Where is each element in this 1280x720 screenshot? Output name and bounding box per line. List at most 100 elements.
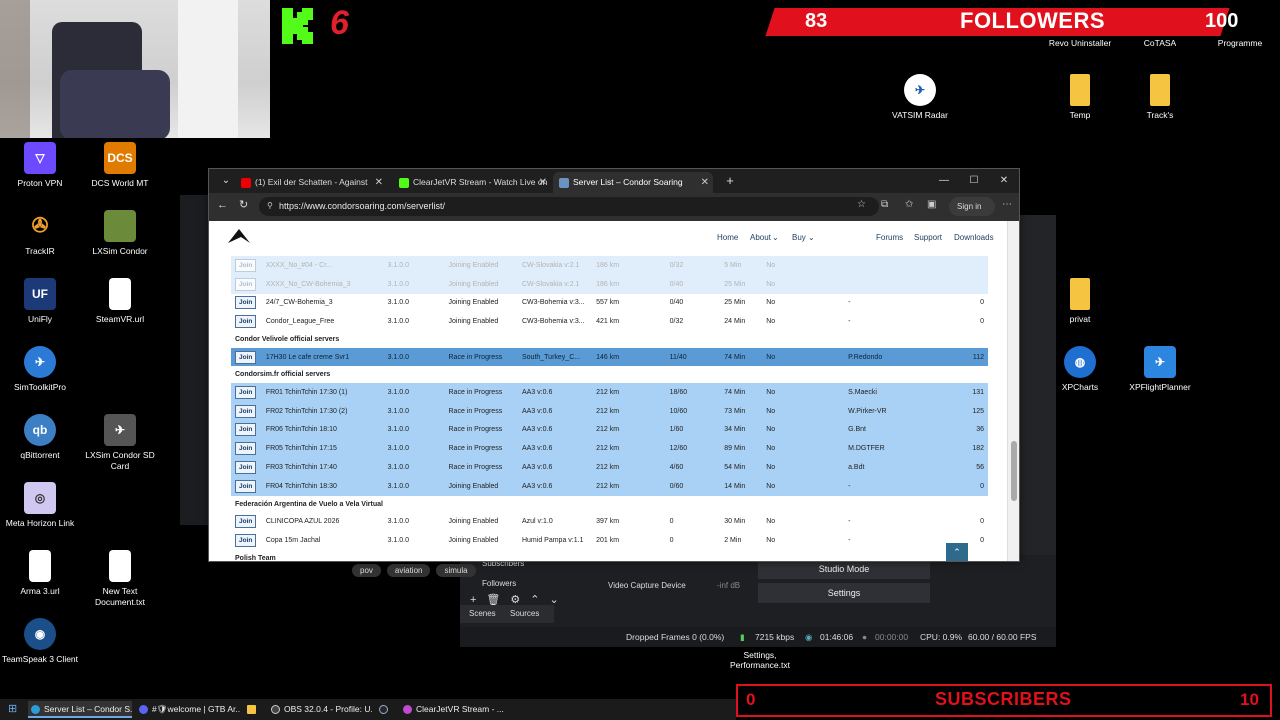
cell-players: 11/40 [665,347,721,367]
tab-sources[interactable]: Sources [510,605,539,623]
desktop-icon-temp[interactable]: Temp [1040,74,1120,121]
tab-clearjetvr[interactable]: ClearJetVR Stream - Watch Live on ✕ [393,172,551,193]
settings-button[interactable]: Settings [758,583,930,603]
desktop-icon-dcs[interactable]: DCS DCS World MT [80,142,160,189]
join-button[interactable]: Join [235,442,257,456]
start-icon[interactable]: ⊞ [8,702,17,715]
desktop-icon-cotasa[interactable]: CoTASA [1120,38,1200,49]
join-button[interactable]: Join [235,515,257,529]
cell-time: 25 Min [720,293,763,313]
close-icon[interactable]: ✕ [539,172,547,193]
taskbar-explorer[interactable] [244,701,264,718]
join-button[interactable]: Join [235,461,257,475]
followers-count: 83 [805,10,828,32]
fps: 60.00 / 60.00 FPS [968,632,1037,642]
join-button[interactable]: Join [235,315,257,329]
desktop-icon-teamspeak[interactable]: ◉ TeamSpeak 3 Client [0,618,80,665]
nav-downloads[interactable]: Downloads [954,233,994,242]
desktop-icon-xpflightplanner[interactable]: ✈ XPFlightPlanner [1120,346,1200,393]
back-icon[interactable]: ← [217,199,228,211]
desktop-icon-settings-performance[interactable]: Settings, Performance.txt [728,650,792,670]
new-tab-button[interactable]: + [715,169,745,193]
join-button[interactable]: Join [235,423,257,437]
cell-time: 24 Min [720,312,763,332]
desktop-icon-vatsim[interactable]: ✈ VATSIM Radar [880,74,960,121]
tag-chip[interactable]: aviation [386,564,431,577]
tab-scenes[interactable]: Scenes [460,605,554,623]
desktop-icon-meta-horizon[interactable]: ◎ Meta Horizon Link [0,482,80,529]
desktop-icon-protonvpn[interactable]: ▽ Proton VPN [0,142,80,189]
server-row: Join 17H30 Le cafe creme Svr1 3.1.0.0 Race … [231,347,988,367]
extensions-icon[interactable]: ⧉ [881,199,888,210]
cell-name: XXXX_No_CW-Bohemia_3 [261,274,384,294]
nav-buy[interactable]: Buy [792,233,806,242]
reload-icon[interactable]: ↻ [239,198,248,211]
desktop-icon-unifly[interactable]: UF UniFly [0,278,80,325]
desktop-icon-trackir[interactable]: ✇ TrackIR [0,210,80,257]
cell-time: 5 Min [720,256,763,275]
nav-forums[interactable]: Forums [876,233,903,242]
tag-chip[interactable]: pov [352,564,381,577]
favorite-icon[interactable]: ☆ [857,199,866,210]
desktop-icon-qbittorrent[interactable]: qb qBittorrent [0,414,80,461]
url-field[interactable]: https://www.condorsoaring.com/serverlist… [259,197,879,216]
nav-support[interactable]: Support [914,233,942,242]
sign-in-button[interactable]: Sign in [949,197,995,216]
page-scrollbar[interactable] [1007,221,1019,561]
cell-pw: No [762,439,845,459]
followers-goal: 100 [1205,10,1239,32]
tab-youtube[interactable]: (1) Exil der Schatten - Against ✕ [235,172,387,193]
site-info-icon[interactable]: ⚲ [267,201,273,210]
condor-logo-icon[interactable] [227,225,251,247]
cell-pw: No [762,401,845,421]
cell-time: 74 Min [720,382,763,402]
desktop-icon-tracks[interactable]: Track's [1120,74,1200,121]
taskbar-clearjetvr[interactable]: ClearJetVR Stream - ... [400,701,504,718]
more-icon[interactable]: ⋯ [1002,199,1012,210]
maximize-button[interactable]: ☐ [959,169,989,193]
favorites-bar-icon[interactable]: ✩ [905,199,913,210]
cell-time: 25 Min [720,274,763,294]
cell-host: M.DGTFER [844,439,958,459]
tag-chip[interactable]: simula [436,564,476,577]
join-button[interactable]: Join [235,296,257,310]
nav-home[interactable]: Home [717,233,738,242]
desktop-icon-steamvr[interactable]: SteamVR.url [80,278,160,325]
scroll-to-top-button[interactable]: ⌃ [946,543,968,561]
site-nav: Home About ⌄ Buy ⌄ Forums Support Downlo… [209,221,1009,251]
desktop-icon-lxsim[interactable]: LXSim Condor [80,210,160,257]
cell-players: 0 [665,512,721,532]
minimize-button[interactable]: — [929,169,959,193]
desktop-icon-programme[interactable]: Programme [1200,38,1280,49]
cell-host: - [844,531,958,550]
source-item[interactable]: Followers [482,579,516,588]
scrollbar-thumb[interactable] [1011,441,1017,501]
taskbar-edge[interactable]: Server List – Condor S... [28,701,132,718]
join-button[interactable]: Join [235,385,257,399]
cell-dist: 212 km [592,420,666,440]
taskbar-steam[interactable] [376,701,396,718]
join-button[interactable]: Join [235,533,257,547]
cell-name: Condor_League_Free [261,312,384,332]
close-icon[interactable]: ✕ [701,172,709,193]
desktop-icon-lxsim-sd[interactable]: ✈ LXSim Condor SD Card [80,414,160,472]
close-window-button[interactable]: ✕ [989,169,1019,193]
collections-icon[interactable]: ▣ [927,199,936,210]
desktop-icon-arma3[interactable]: Arma 3.url [0,550,80,597]
studio-mode-button[interactable]: Studio Mode [758,559,930,579]
taskbar-label: Server List – Condor S... [44,704,132,714]
desktop-icon-revo[interactable]: Revo Uninstaller [1040,38,1120,49]
desktop-icon-label: DCS World MT [91,178,149,188]
join-button[interactable]: Join [235,404,257,418]
join-button[interactable]: Join [235,277,257,291]
join-button[interactable]: Join [235,350,257,364]
desktop-icon-new-text[interactable]: New Text Document.txt [80,550,160,608]
desktop-icon-simtoolkit[interactable]: ✈ SimToolkitPro [0,346,80,393]
join-button[interactable]: Join [235,479,257,493]
close-icon[interactable]: ✕ [375,172,383,193]
join-button[interactable]: Join [235,258,257,272]
taskbar-discord[interactable]: #🛡welcome | GTB Ar... [136,701,240,718]
taskbar-obs[interactable]: OBS 32.0.4 - Profile: U... [268,701,372,718]
nav-about[interactable]: About [750,233,771,242]
tab-condor-serverlist[interactable]: Server List – Condor Soaring ✕ [553,172,713,193]
